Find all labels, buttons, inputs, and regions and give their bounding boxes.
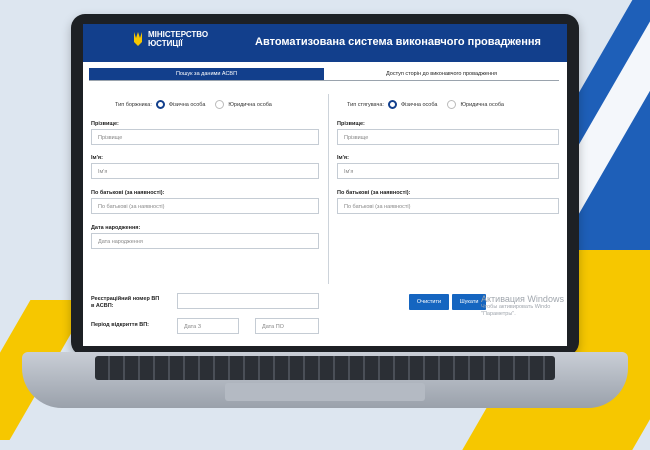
keyboard xyxy=(95,356,555,380)
debtor-birthdate-label: Дата народження: xyxy=(91,225,141,231)
creditor-patronymic-input[interactable]: По батькові (за наявності) xyxy=(337,198,559,214)
debtor-individual-label: Фізична особа xyxy=(168,101,206,108)
tab-bar: Пошук за даними АСВП Доступ сторін до ви… xyxy=(89,68,559,81)
debtor-birthdate-input[interactable]: Дата народження xyxy=(91,233,319,249)
creditor-individual-label: Фізична особа xyxy=(400,101,438,108)
debtor-name-label: Ім'я: xyxy=(91,155,103,161)
debtor-individual-radio[interactable] xyxy=(155,100,165,109)
debtor-patronymic-label: По батькові (за наявності): xyxy=(91,190,165,196)
creditor-legal-label: Юридична особа xyxy=(460,101,504,108)
creditor-surname-input[interactable]: Прізвище xyxy=(337,129,559,145)
debtor-legal-label: Юридична особа xyxy=(228,101,272,108)
creditor-type-row: Тип стягувача: Фізична особа Юридична ос… xyxy=(347,100,504,109)
creditor-name-label: Ім'я: xyxy=(337,155,349,161)
watermark-title: Активация Windows xyxy=(481,294,564,304)
creditor-individual-radio[interactable] xyxy=(387,100,397,109)
reg-number-label-2: в АСВП: xyxy=(91,303,114,309)
reg-number-label-1: Реєстраційний номер ВП xyxy=(91,296,160,302)
column-divider xyxy=(328,94,329,284)
trident-icon xyxy=(134,32,142,46)
creditor-type-label: Тип стягувача: xyxy=(347,101,384,108)
laptop-screen: МІНІСТЕРСТВО ЮСТИЦІЇ Автоматизована сист… xyxy=(83,24,567,346)
creditor-surname-label: Прізвище: xyxy=(337,121,365,127)
debtor-legal-radio[interactable] xyxy=(215,100,225,109)
watermark-line-1: Чтобы активировать Windo xyxy=(481,304,551,310)
logo-line-1: МІНІСТЕРСТВО xyxy=(148,30,209,39)
debtor-name-input[interactable]: Ім'я xyxy=(91,163,319,179)
debtor-surname-input[interactable]: Прізвище xyxy=(91,129,319,145)
reg-number-input[interactable] xyxy=(177,293,319,309)
date-to-input[interactable]: Дата ПО xyxy=(255,318,319,334)
clear-button[interactable]: Очистити xyxy=(409,294,449,310)
debtor-type-label: Тип боржника: xyxy=(115,101,152,108)
page-title: Автоматизована система виконавчого прова… xyxy=(255,36,541,48)
tab-parties-access[interactable]: Доступ сторін до виконавчого провадження xyxy=(324,68,559,80)
creditor-legal-radio[interactable] xyxy=(447,100,457,109)
trackpad xyxy=(225,383,425,401)
ministry-logo: МІНІСТЕРСТВО ЮСТИЦІЇ xyxy=(133,30,208,48)
logo-line-2: ЮСТИЦІЇ xyxy=(148,39,183,48)
watermark-line-2: "Параметры". xyxy=(481,311,516,317)
debtor-patronymic-input[interactable]: По батькові (за наявності) xyxy=(91,198,319,214)
app-header: МІНІСТЕРСТВО ЮСТИЦІЇ Автоматизована сист… xyxy=(83,24,567,62)
period-label: Період відкриття ВП: xyxy=(91,322,149,328)
debtor-surname-label: Прізвище: xyxy=(91,121,119,127)
date-from-input[interactable]: Дата З xyxy=(177,318,239,334)
creditor-name-input[interactable]: Ім'я xyxy=(337,163,559,179)
debtor-type-row: Тип боржника: Фізична особа Юридична осо… xyxy=(115,100,272,109)
tab-search[interactable]: Пошук за даними АСВП xyxy=(89,68,324,80)
windows-activation-watermark: Активация Windows Чтобы активировать Win… xyxy=(481,294,564,318)
creditor-patronymic-label: По батькові (за наявності): xyxy=(337,190,411,196)
